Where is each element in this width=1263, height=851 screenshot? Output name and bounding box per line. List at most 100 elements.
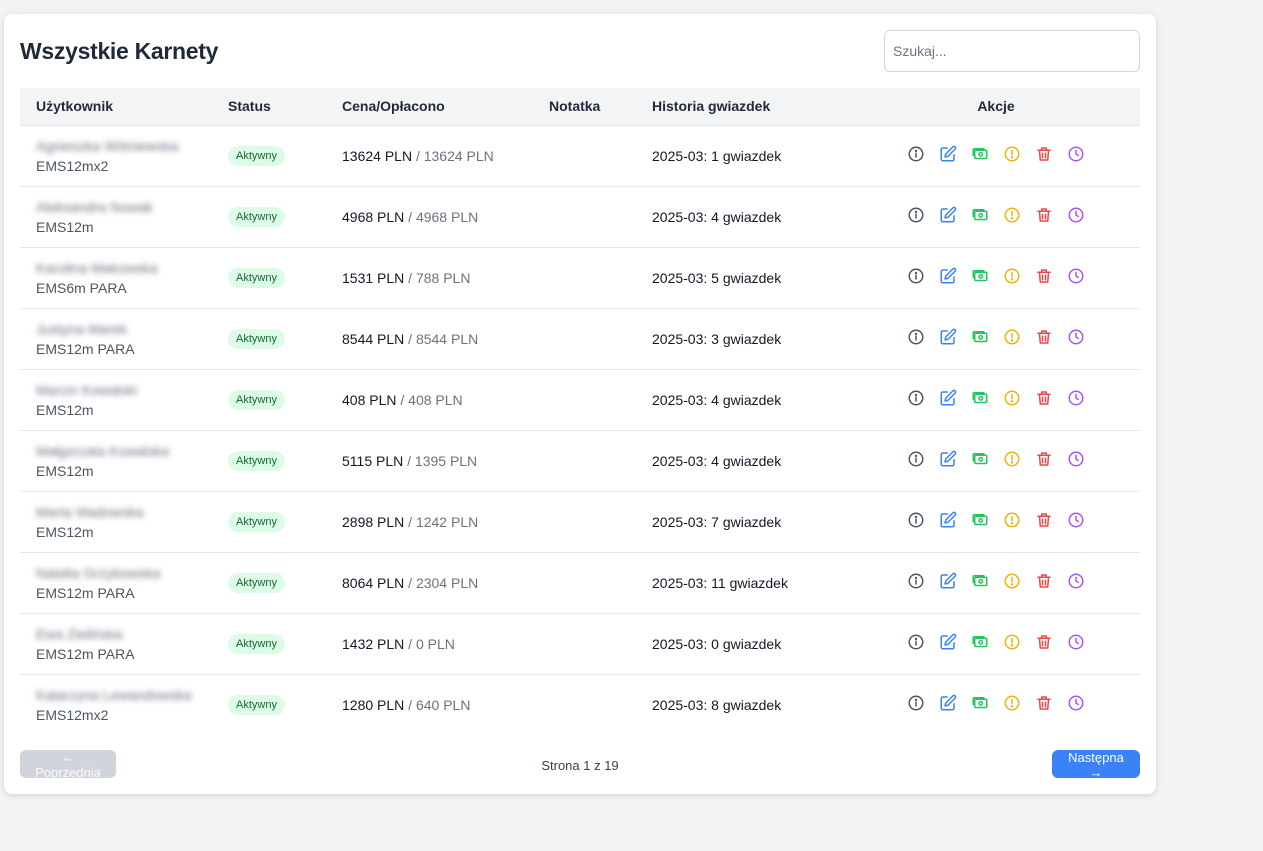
delete-icon[interactable] — [1035, 145, 1053, 163]
info-icon[interactable] — [907, 450, 925, 468]
payment-icon[interactable] — [971, 633, 989, 651]
payment-icon[interactable] — [971, 206, 989, 224]
info-icon[interactable] — [907, 328, 925, 346]
user-cell: Małgorzata Kowalska EMS12m — [20, 430, 228, 492]
status-cell: Aktywny — [228, 247, 342, 309]
edit-icon[interactable] — [939, 450, 957, 468]
paid-value: / 788 PLN — [404, 269, 471, 286]
user-name[interactable]: Aleksandra Nowak — [36, 199, 228, 215]
edit-icon[interactable] — [939, 267, 957, 285]
col-header-note[interactable]: Notatka — [549, 88, 652, 126]
info-icon[interactable] — [907, 694, 925, 712]
user-name[interactable]: Marcin Kowalski — [36, 382, 228, 398]
history-icon[interactable] — [1067, 633, 1085, 651]
paid-value: / 0 PLN — [404, 635, 455, 652]
history-icon[interactable] — [1067, 572, 1085, 590]
delete-icon[interactable] — [1035, 206, 1053, 224]
row-actions — [907, 572, 1085, 590]
warning-icon[interactable] — [1003, 633, 1021, 651]
delete-icon[interactable] — [1035, 511, 1053, 529]
edit-icon[interactable] — [939, 694, 957, 712]
payment-icon[interactable] — [971, 572, 989, 590]
row-actions — [907, 145, 1085, 163]
info-icon[interactable] — [907, 206, 925, 224]
payment-icon[interactable] — [971, 450, 989, 468]
col-header-status[interactable]: Status — [228, 88, 342, 126]
user-name[interactable]: Marta Wadowska — [36, 504, 228, 520]
delete-icon[interactable] — [1035, 694, 1053, 712]
warning-icon[interactable] — [1003, 389, 1021, 407]
history-icon[interactable] — [1067, 267, 1085, 285]
col-header-history[interactable]: Historia gwiazdek — [652, 88, 852, 126]
search-input[interactable] — [884, 30, 1140, 72]
edit-icon[interactable] — [939, 206, 957, 224]
warning-icon[interactable] — [1003, 145, 1021, 163]
history-icon[interactable] — [1067, 389, 1085, 407]
delete-icon[interactable] — [1035, 450, 1053, 468]
actions-cell — [852, 491, 1140, 553]
info-icon[interactable] — [907, 267, 925, 285]
payment-icon[interactable] — [971, 694, 989, 712]
pass-type: EMS12m PARA — [36, 645, 135, 662]
delete-icon[interactable] — [1035, 572, 1053, 590]
history-cell: 2025-03: 5 gwiazdek — [652, 247, 852, 309]
actions-cell — [852, 552, 1140, 614]
history-icon[interactable] — [1067, 694, 1085, 712]
price-value: 408 PLN — [342, 391, 397, 408]
user-name[interactable]: Katarzyna Lewandowska — [36, 687, 228, 703]
col-header-user[interactable]: Użytkownik — [20, 88, 228, 126]
price-value: 5115 PLN — [342, 452, 404, 469]
history-icon[interactable] — [1067, 328, 1085, 346]
delete-icon[interactable] — [1035, 267, 1053, 285]
price-cell: 4968 PLN / 4968 PLN — [342, 186, 549, 248]
info-icon[interactable] — [907, 572, 925, 590]
user-name[interactable]: Agnieszka Wiśniewska — [36, 138, 228, 154]
warning-icon[interactable] — [1003, 206, 1021, 224]
status-badge: Aktywny — [228, 389, 285, 410]
delete-icon[interactable] — [1035, 633, 1053, 651]
payment-icon[interactable] — [971, 511, 989, 529]
user-name[interactable]: Justyna Marek — [36, 321, 228, 337]
warning-icon[interactable] — [1003, 572, 1021, 590]
warning-icon[interactable] — [1003, 267, 1021, 285]
history-icon[interactable] — [1067, 206, 1085, 224]
edit-icon[interactable] — [939, 389, 957, 407]
table-row: Aleksandra Nowak EMS12m Aktywny 4968 PLN… — [20, 186, 1140, 248]
status-cell: Aktywny — [228, 369, 342, 431]
price-value: 1531 PLN — [342, 269, 405, 286]
edit-icon[interactable] — [939, 145, 957, 163]
passes-card: Wszystkie Karnety Użytkownik Status Cena… — [4, 14, 1156, 794]
table-row: Ewa Zielińska EMS12m PARA Aktywny 1432 P… — [20, 613, 1140, 675]
price-cell: 408 PLN / 408 PLN — [342, 369, 549, 431]
history-icon[interactable] — [1067, 511, 1085, 529]
history-icon[interactable] — [1067, 145, 1085, 163]
edit-icon[interactable] — [939, 572, 957, 590]
payment-icon[interactable] — [971, 267, 989, 285]
table-row: Marta Wadowska EMS12m Aktywny 2898 PLN /… — [20, 491, 1140, 553]
warning-icon[interactable] — [1003, 511, 1021, 529]
user-name[interactable]: Małgorzata Kowalska — [36, 443, 228, 459]
warning-icon[interactable] — [1003, 450, 1021, 468]
warning-icon[interactable] — [1003, 328, 1021, 346]
delete-icon[interactable] — [1035, 389, 1053, 407]
info-icon[interactable] — [907, 511, 925, 529]
info-icon[interactable] — [907, 145, 925, 163]
edit-icon[interactable] — [939, 633, 957, 651]
status-cell: Aktywny — [228, 491, 342, 553]
edit-icon[interactable] — [939, 328, 957, 346]
delete-icon[interactable] — [1035, 328, 1053, 346]
payment-icon[interactable] — [971, 328, 989, 346]
next-page-button[interactable]: Następna → — [1052, 750, 1140, 780]
info-icon[interactable] — [907, 633, 925, 651]
user-name[interactable]: Ewa Zielińska — [36, 626, 228, 642]
user-name[interactable]: Natalia Grzybowska — [36, 565, 228, 581]
note-cell — [549, 491, 652, 553]
payment-icon[interactable] — [971, 145, 989, 163]
history-icon[interactable] — [1067, 450, 1085, 468]
payment-icon[interactable] — [971, 389, 989, 407]
user-name[interactable]: Karolina Makowska — [36, 260, 228, 276]
warning-icon[interactable] — [1003, 694, 1021, 712]
info-icon[interactable] — [907, 389, 925, 407]
edit-icon[interactable] — [939, 511, 957, 529]
col-header-price[interactable]: Cena/Opłacono — [342, 88, 549, 126]
